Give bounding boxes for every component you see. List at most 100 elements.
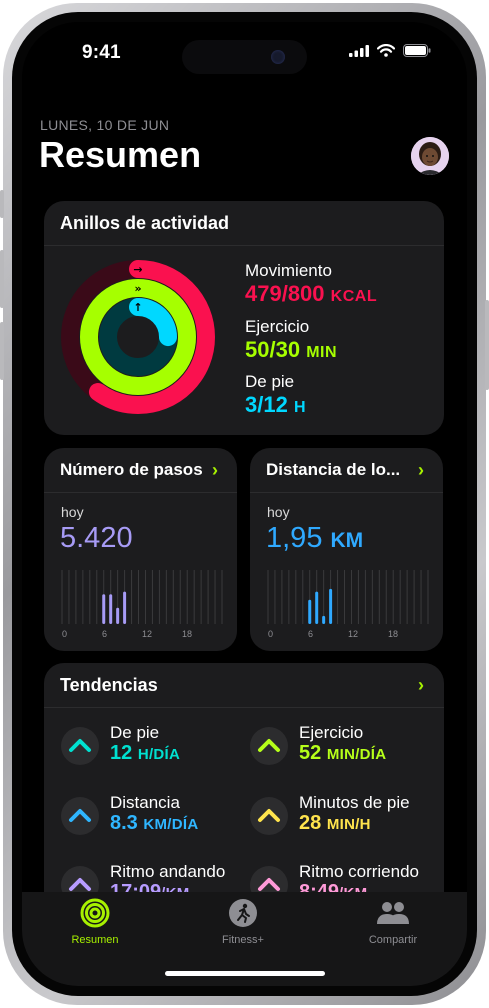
trends-chevron-right-icon: ›: [418, 675, 424, 695]
home-indicator: [165, 971, 325, 976]
trend-stand-number: 12: [110, 742, 133, 764]
volume-up-button: [0, 250, 4, 308]
profile-avatar[interactable]: [411, 137, 449, 175]
status-time: 9:41: [82, 42, 121, 63]
hour-bar: [322, 615, 326, 624]
screen: 9:41 LUNES, 10 DE JUN Resumen Anillos de…: [22, 22, 467, 986]
tab-sharing[interactable]: Compartir: [333, 898, 453, 946]
trend-exercise-value: 52 MIN/DÍA: [299, 742, 386, 765]
hour-bar: [308, 599, 312, 624]
date-label: LUNES, 10 DE JUN: [40, 117, 170, 133]
distance-hourly-chart: 0 6 12 18: [267, 570, 429, 639]
trends-divider: [44, 707, 444, 708]
distance-axis-0: 0: [268, 629, 273, 639]
svg-text:→: →: [133, 263, 142, 276]
trend-item-distance[interactable]: Distancia 8.3 KM/DÍA: [61, 791, 251, 839]
steps-axis-0: 0: [62, 629, 67, 639]
steps-day-label: hoy: [61, 504, 84, 520]
steps-value: 5.420: [60, 522, 133, 554]
stand-value-number: 3/12: [245, 392, 288, 417]
move-label: Movimiento: [245, 261, 332, 280]
steps-divider: [44, 492, 237, 493]
trends-title: Tendencias: [60, 675, 158, 695]
people-icon: [377, 902, 409, 924]
trend-distance-value: 8.3 KM/DÍA: [110, 812, 199, 835]
hour-bar: [315, 591, 319, 624]
hour-bar: [109, 594, 113, 624]
distance-day-label: hoy: [267, 504, 290, 520]
activity-card-divider: [44, 245, 444, 246]
tab-summary[interactable]: Resumen: [35, 898, 155, 946]
activity-rings-card[interactable]: Anillos de actividad → » ↑ Movimiento 47…: [44, 201, 444, 435]
move-value: 479/800 KCAL: [245, 281, 377, 307]
distance-card[interactable]: Distancia de lo... › hoy 1,95 KM 0 6 12 …: [250, 448, 443, 651]
move-value-number: 479/800: [245, 281, 325, 306]
distance-axis-18: 18: [388, 629, 398, 639]
page-title: Resumen: [39, 134, 202, 175]
volume-down-button: [0, 322, 4, 380]
distance-axis-12: 12: [348, 629, 358, 639]
trend-item-exercise[interactable]: Ejercicio 52 MIN/DÍA: [250, 721, 440, 769]
wifi-icon: [377, 44, 395, 57]
steps-axis-12: 12: [142, 629, 152, 639]
stand-value: 3/12 H: [245, 392, 306, 418]
activity-rings-title: Anillos de actividad: [60, 213, 230, 233]
distance-chevron-right-icon: ›: [418, 460, 424, 480]
distance-axis-6: 6: [308, 629, 313, 639]
runner-icon: [229, 899, 257, 927]
trend-stand-minutes-value: 28 MIN/H: [299, 812, 371, 835]
trends-card[interactable]: Tendencias › De pie 12 H/DÍA Ejercicio 5…: [44, 663, 444, 923]
trend-walking-pace-title: Ritmo andando: [110, 862, 226, 881]
stand-unit: H: [293, 399, 307, 416]
tab-sharing-label: Compartir: [368, 934, 418, 946]
hour-bar: [102, 594, 106, 624]
trend-up-arrow-icon: [61, 797, 99, 835]
tab-fitness-plus[interactable]: Fitness+: [183, 898, 303, 946]
trend-stand-minutes-title: Minutos de pie: [299, 793, 410, 812]
trend-distance-unit: KM/DÍA: [143, 816, 199, 833]
steps-axis-18: 18: [182, 629, 192, 639]
battery-icon: [403, 44, 431, 57]
trend-distance-number: 8.3: [110, 812, 138, 834]
side-button: [485, 300, 489, 390]
steps-card[interactable]: Número de pasos › hoy 5.420 0 6 12 18: [44, 448, 237, 651]
trend-running-pace-title: Ritmo corriendo: [299, 862, 419, 881]
exercise-unit: MIN: [306, 344, 338, 361]
steps-chevron-right-icon: ›: [212, 460, 218, 480]
trend-item-stand-minutes[interactable]: Minutos de pie 28 MIN/H: [250, 791, 440, 839]
distance-value-number: 1,95: [266, 522, 323, 554]
exercise-value: 50/30 MIN: [245, 337, 337, 363]
dynamic-island: [182, 40, 307, 74]
trend-exercise-unit: MIN/DÍA: [326, 746, 387, 763]
trend-stand-minutes-unit: MIN/H: [326, 816, 371, 833]
steps-title: Número de pasos: [60, 460, 203, 479]
hour-bar: [329, 588, 333, 624]
trend-distance-title: Distancia: [110, 793, 180, 812]
trend-item-stand[interactable]: De pie 12 H/DÍA: [61, 721, 251, 769]
svg-text:»: »: [134, 282, 141, 295]
trend-stand-value: 12 H/DÍA: [110, 742, 180, 765]
distance-value: 1,95 KM: [266, 522, 363, 555]
distance-unit: KM: [330, 529, 364, 552]
distance-divider: [250, 492, 443, 493]
trend-stand-minutes-number: 28: [299, 812, 322, 834]
trend-up-arrow-icon: [61, 727, 99, 765]
hour-bar: [123, 591, 127, 624]
trend-up-arrow-icon: [250, 727, 288, 765]
status-icons: [349, 44, 431, 57]
action-button: [0, 190, 4, 218]
hour-bar: [116, 607, 120, 624]
rings-icon: [80, 898, 110, 928]
camera-icon: [271, 50, 285, 64]
stand-label: De pie: [245, 372, 295, 391]
tab-summary-label: Resumen: [71, 934, 119, 946]
tab-fitness-plus-label: Fitness+: [222, 934, 264, 946]
trend-stand-title: De pie: [110, 723, 160, 742]
steps-axis-6: 6: [102, 629, 107, 639]
move-unit: KCAL: [330, 288, 378, 305]
distance-title: Distancia de lo...: [266, 460, 401, 479]
steps-hourly-chart: 0 6 12 18: [61, 570, 223, 639]
svg-text:↑: ↑: [133, 301, 142, 314]
activity-rings-graphic: → » ↑: [61, 260, 215, 414]
trend-stand-unit: H/DÍA: [137, 746, 181, 763]
